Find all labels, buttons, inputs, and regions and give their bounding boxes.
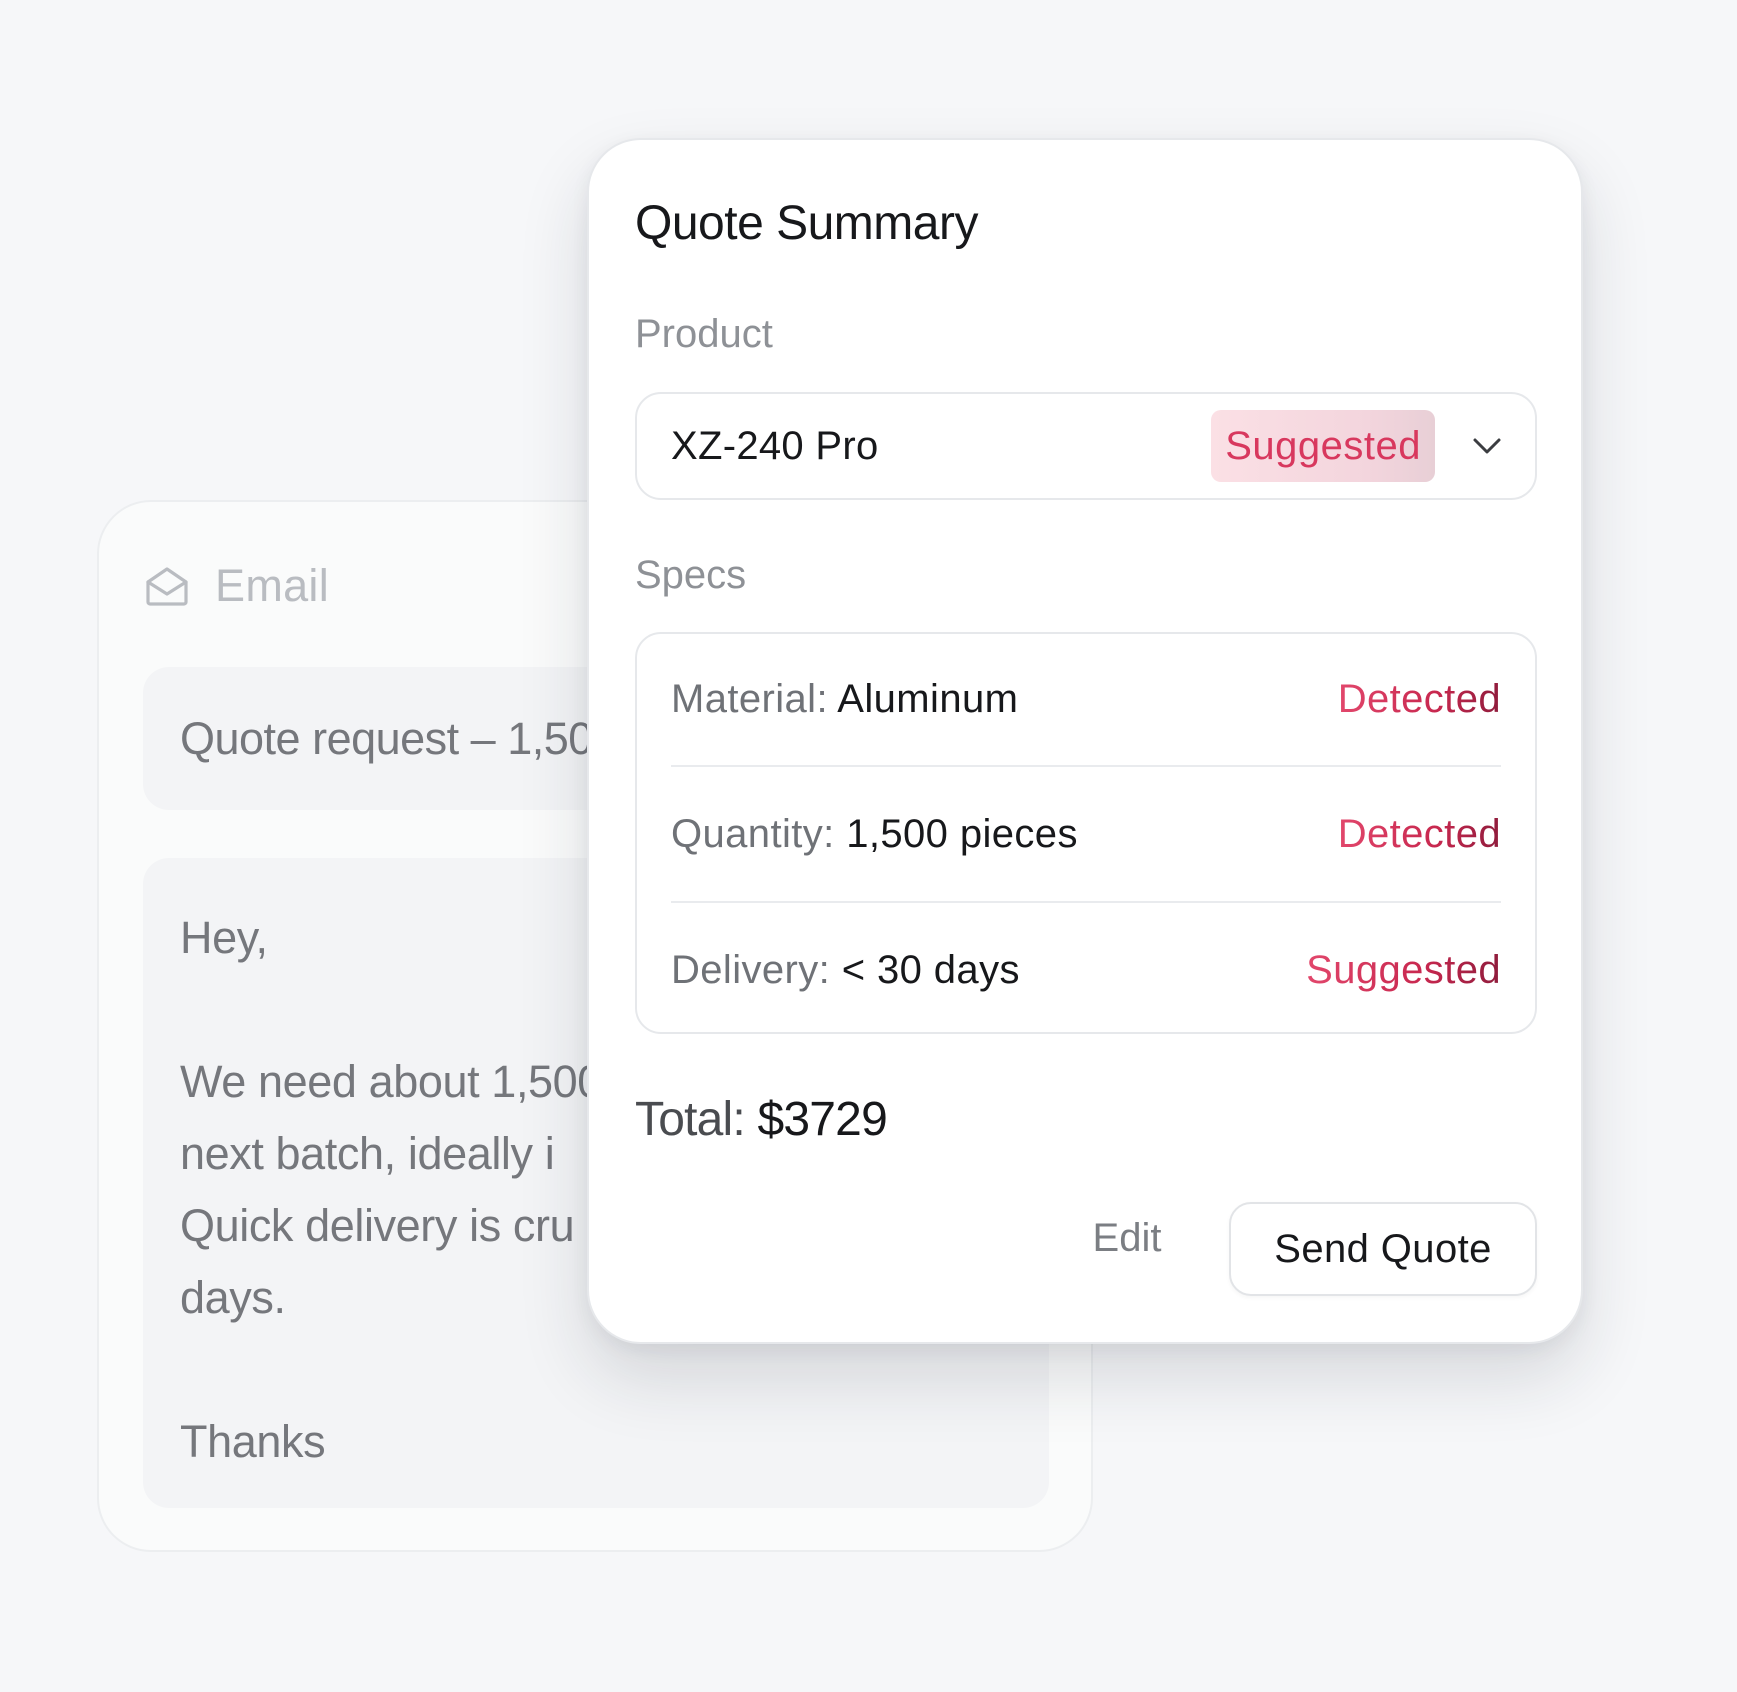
- spec-row-material: Material: Aluminum Detected: [671, 634, 1501, 765]
- spec-value: Aluminum: [837, 677, 1019, 721]
- chevron-down-icon[interactable]: [1469, 428, 1505, 464]
- spec-text: Quantity: 1,500 pieces: [671, 812, 1078, 857]
- total-label: Total:: [635, 1093, 746, 1146]
- email-signoff: Thanks: [180, 1416, 326, 1467]
- edit-button[interactable]: Edit: [1076, 1203, 1178, 1273]
- spec-key: Delivery:: [671, 947, 831, 992]
- product-select[interactable]: XZ-240 Pro Suggested: [635, 392, 1537, 500]
- spec-status: Detected: [1337, 677, 1501, 721]
- spec-value: 1,500 pieces: [846, 811, 1078, 856]
- email-title: Email: [215, 560, 330, 611]
- send-quote-button[interactable]: Send Quote: [1229, 1202, 1537, 1296]
- total-amount: $3729: [757, 1093, 887, 1146]
- envelope-open-icon: [143, 562, 191, 610]
- spec-key: Quantity:: [671, 811, 835, 856]
- email-header: Email: [143, 558, 329, 614]
- quote-summary-card: Quote Summary Product XZ-240 Pro Suggest…: [587, 138, 1583, 1344]
- spec-value: < 30 days: [841, 947, 1020, 992]
- quote-total: Total: $3729: [635, 1092, 888, 1147]
- product-label: Product: [635, 312, 773, 356]
- spec-status: Detected: [1337, 811, 1501, 856]
- product-value: XZ-240 Pro: [671, 423, 879, 468]
- specs-label: Specs: [635, 553, 747, 597]
- spec-row-delivery: Delivery: < 30 days Suggested: [671, 901, 1501, 1037]
- specs-list: Material: Aluminum Detected Quantity: 1,…: [635, 632, 1537, 1034]
- quote-title: Quote Summary: [635, 197, 978, 250]
- spec-status: Suggested: [1306, 947, 1501, 992]
- spec-row-quantity: Quantity: 1,500 pieces Detected: [671, 765, 1501, 901]
- suggested-badge: Suggested: [1211, 410, 1435, 482]
- spec-key: Material:: [671, 677, 828, 721]
- spec-text: Material: Aluminum: [671, 677, 1018, 722]
- spec-text: Delivery: < 30 days: [671, 948, 1020, 993]
